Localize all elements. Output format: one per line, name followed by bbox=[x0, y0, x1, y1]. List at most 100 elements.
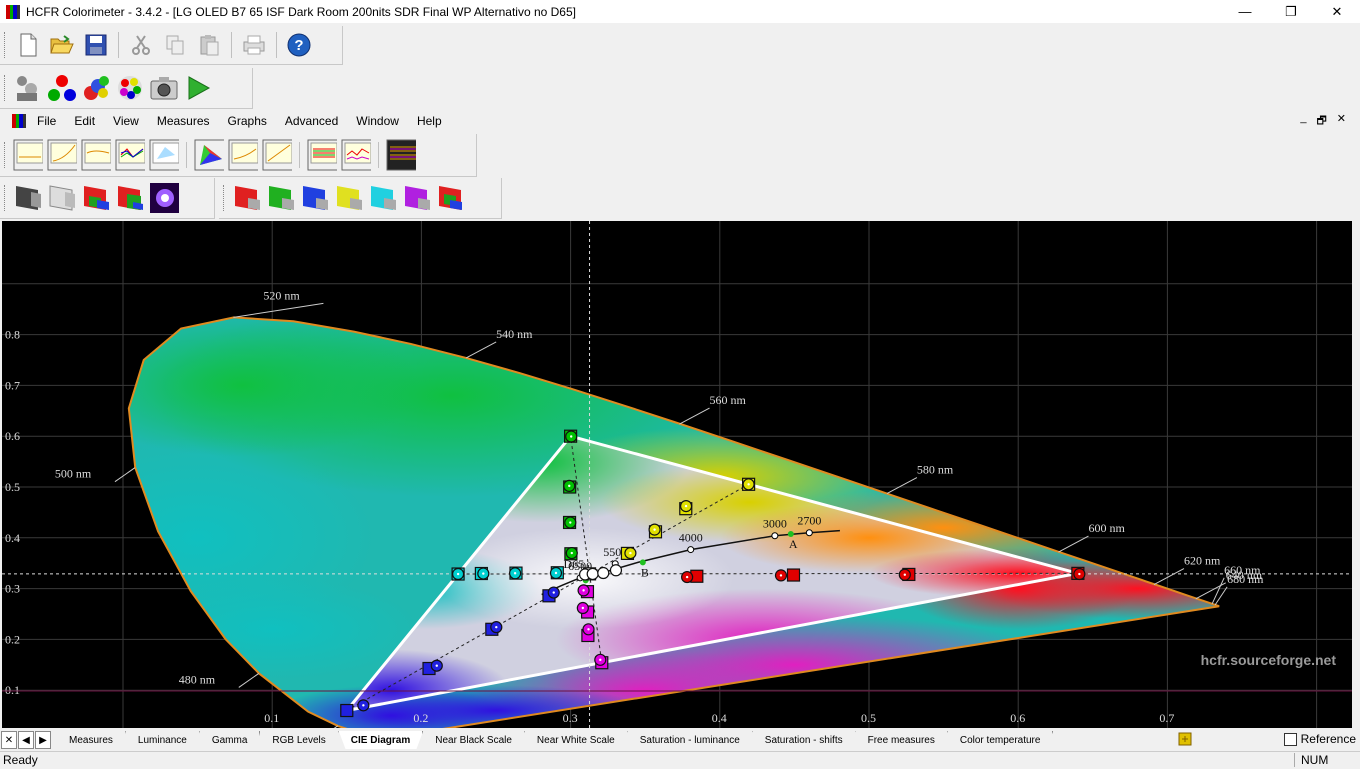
y-tick-label: 0.7 bbox=[5, 378, 20, 392]
graph-luminance-icon[interactable] bbox=[47, 140, 77, 170]
window-title: HCFR Colorimeter - 3.4.2 - [LG OLED B7 6… bbox=[26, 5, 576, 19]
color-palette-icon[interactable] bbox=[115, 73, 145, 103]
x-tick-label: 0.4 bbox=[712, 711, 727, 725]
graph-near-black-icon[interactable] bbox=[228, 140, 258, 170]
graph-gamma-icon[interactable] bbox=[81, 140, 111, 170]
cct-marker bbox=[806, 530, 812, 536]
film-rgb-icon[interactable] bbox=[81, 183, 111, 213]
film-yellow-icon[interactable] bbox=[334, 183, 364, 213]
tab-near-black-scale[interactable]: Near Black Scale bbox=[423, 731, 525, 749]
tab-saturation-shifts[interactable]: Saturation - shifts bbox=[753, 731, 856, 749]
document-icon bbox=[12, 114, 26, 128]
help-icon[interactable]: ? bbox=[284, 30, 314, 60]
tab-gamma[interactable]: Gamma bbox=[200, 731, 261, 749]
pattern-toolbar bbox=[0, 178, 215, 219]
cut-icon[interactable] bbox=[126, 30, 156, 60]
mdi-close-button[interactable]: ✕ bbox=[1337, 112, 1346, 131]
y-tick-label: 0.1 bbox=[5, 683, 20, 697]
wavelength-label: 620 nm bbox=[1184, 554, 1221, 568]
reference-toggle[interactable]: Reference bbox=[1284, 732, 1356, 746]
film-multi-icon[interactable] bbox=[436, 183, 466, 213]
tab-close-icon[interactable]: ✕ bbox=[1, 731, 17, 749]
tab-luminance[interactable]: Luminance bbox=[126, 731, 200, 749]
tab-rgb-levels[interactable]: RGB Levels bbox=[260, 731, 338, 749]
graph-free-measures-icon[interactable] bbox=[386, 140, 416, 170]
cct-label: 2700 bbox=[797, 514, 821, 528]
tab-near-white-scale[interactable]: Near White Scale bbox=[525, 731, 628, 749]
cct-marker bbox=[688, 547, 694, 553]
wavelength-leader bbox=[1058, 536, 1088, 552]
film-gray-icon[interactable] bbox=[13, 183, 43, 213]
maximize-button[interactable]: ❐ bbox=[1268, 0, 1314, 23]
target-marker bbox=[341, 705, 353, 717]
status-text: Ready bbox=[3, 753, 38, 767]
graph-measures-icon[interactable] bbox=[13, 140, 43, 170]
mdi-minimize-button[interactable]: _ bbox=[1300, 112, 1306, 131]
mdi-controls: _ 🗗 ✕ bbox=[1300, 112, 1346, 131]
mdi-restore-button[interactable]: 🗗 bbox=[1316, 112, 1326, 131]
graph-cie-icon[interactable] bbox=[149, 140, 179, 170]
tab-color-temperature[interactable]: Color temperature bbox=[948, 731, 1054, 749]
menu-graphs[interactable]: Graphs bbox=[219, 114, 276, 128]
print-icon[interactable] bbox=[239, 30, 269, 60]
reference-checkbox[interactable] bbox=[1284, 733, 1297, 746]
num-lock-indicator: NUM bbox=[1294, 753, 1355, 767]
menu-bar: File Edit View Measures Graphs Advanced … bbox=[0, 110, 1360, 132]
film-red-icon[interactable] bbox=[232, 183, 262, 213]
save-icon[interactable] bbox=[81, 30, 111, 60]
menu-advanced[interactable]: Advanced bbox=[276, 114, 347, 128]
tab-next-icon[interactable]: ▶ bbox=[35, 731, 51, 749]
film-green-icon[interactable] bbox=[266, 183, 296, 213]
paste-icon[interactable] bbox=[194, 30, 224, 60]
open-folder-icon[interactable] bbox=[47, 30, 77, 60]
wavelength-leader bbox=[239, 673, 259, 687]
tab-prev-icon[interactable]: ◀ bbox=[18, 731, 34, 749]
close-button[interactable]: ✕ bbox=[1314, 0, 1360, 23]
new-file-icon[interactable] bbox=[13, 30, 43, 60]
film-cyan-icon[interactable] bbox=[368, 183, 398, 213]
y-tick-label: 0.8 bbox=[5, 328, 20, 342]
wavelength-leader bbox=[680, 408, 710, 424]
y-tick-label: 0.6 bbox=[5, 429, 20, 443]
minimize-button[interactable]: — bbox=[1222, 0, 1268, 23]
wavelength-label: 500 nm bbox=[55, 467, 92, 481]
camera-icon[interactable] bbox=[149, 73, 179, 103]
illuminant-label: A bbox=[789, 537, 798, 551]
menu-help[interactable]: Help bbox=[408, 114, 451, 128]
menu-file[interactable]: File bbox=[28, 114, 65, 128]
cct-label: 4000 bbox=[679, 531, 703, 545]
graph-saturation-shift-icon[interactable] bbox=[341, 140, 371, 170]
graph-rgb-levels-icon[interactable] bbox=[115, 140, 145, 170]
graph-cie-color-icon[interactable] bbox=[194, 140, 224, 170]
film-white-icon[interactable] bbox=[47, 183, 77, 213]
tab-free-measures[interactable]: Free measures bbox=[856, 731, 948, 749]
menu-edit[interactable]: Edit bbox=[65, 114, 104, 128]
wavelength-leader bbox=[1154, 569, 1184, 585]
run-icon[interactable] bbox=[183, 73, 213, 103]
menu-measures[interactable]: Measures bbox=[148, 114, 219, 128]
menu-window[interactable]: Window bbox=[347, 114, 408, 128]
tab-cie-diagram[interactable]: CIE Diagram bbox=[339, 731, 423, 749]
tab-saturation-luminance[interactable]: Saturation - luminance bbox=[628, 731, 753, 749]
cct-label: 3000 bbox=[763, 517, 787, 531]
x-tick-label: 0.7 bbox=[1159, 711, 1174, 725]
copy-icon[interactable] bbox=[160, 30, 190, 60]
graph-saturation-lum-icon[interactable] bbox=[307, 140, 337, 170]
x-tick-label: 0.2 bbox=[413, 711, 428, 725]
spectrum-icon[interactable] bbox=[149, 183, 179, 213]
film-magenta-icon[interactable] bbox=[402, 183, 432, 213]
graph-near-white-icon[interactable] bbox=[262, 140, 292, 170]
measure-toolbar bbox=[0, 68, 253, 109]
film-rgb2-icon[interactable] bbox=[115, 183, 145, 213]
cie-diagram[interactable]: 0.10.20.30.40.50.60.70.10.20.30.40.50.60… bbox=[2, 221, 1352, 728]
film-blue-icon[interactable] bbox=[300, 183, 330, 213]
rgb-generator-icon[interactable] bbox=[47, 73, 77, 103]
menu-view[interactable]: View bbox=[104, 114, 148, 128]
app-icon bbox=[6, 5, 20, 19]
wavelength-label: 680 nm bbox=[1227, 572, 1264, 586]
color-balls-icon[interactable] bbox=[81, 73, 111, 103]
tips-icon[interactable] bbox=[1178, 732, 1192, 746]
tab-measures[interactable]: Measures bbox=[57, 731, 126, 749]
sensor-icon[interactable] bbox=[13, 73, 43, 103]
x-tick-label: 0.6 bbox=[1010, 711, 1025, 725]
